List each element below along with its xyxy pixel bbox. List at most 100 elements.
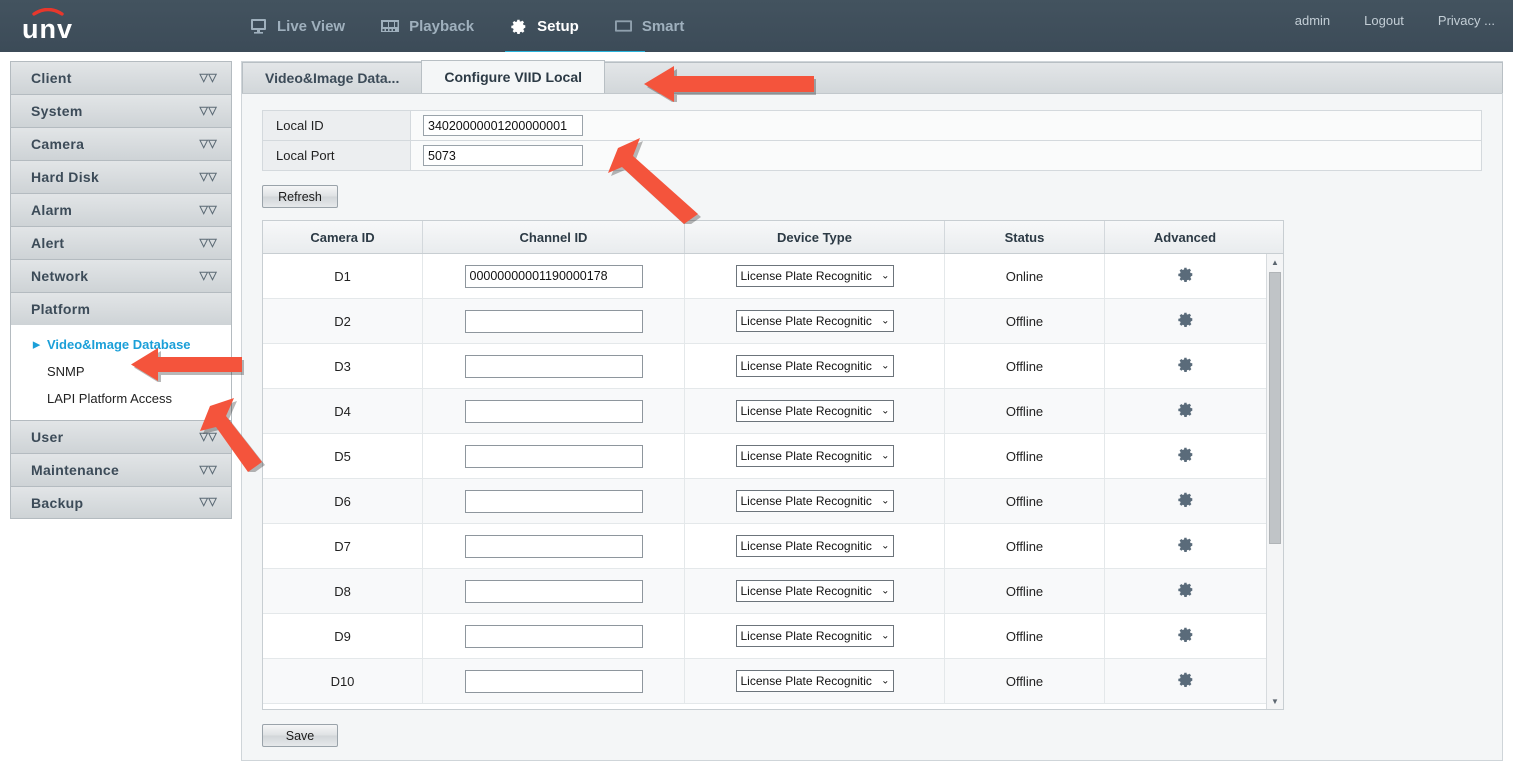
cell-device-type: License Plate Recognitic ⌄ — [685, 614, 945, 658]
column-header-status: Status — [945, 221, 1105, 253]
device-type-select[interactable]: License Plate Recognitic ⌄ — [735, 265, 894, 287]
scroll-up-arrow-icon[interactable]: ▲ — [1267, 254, 1283, 270]
nav-setup[interactable]: Setup — [492, 0, 597, 52]
device-type-select[interactable]: License Plate Recognitic ⌄ — [735, 400, 894, 422]
gear-icon[interactable] — [1177, 536, 1194, 556]
sidebar-item-alert-label: Alert — [31, 235, 65, 251]
gear-icon[interactable] — [1177, 446, 1194, 466]
cell-device-type: License Plate Recognitic ⌄ — [685, 299, 945, 343]
scrollbar-track[interactable] — [1267, 270, 1283, 693]
tab-video-image-database[interactable]: Video&Image Data... — [242, 62, 423, 93]
device-type-selected-value: License Plate Recognitic — [735, 670, 894, 692]
sidebar-item-hard-disk[interactable]: Hard Disk ▽▽ — [10, 160, 232, 193]
gear-icon[interactable] — [1177, 311, 1194, 331]
gear-icon[interactable] — [1177, 671, 1194, 691]
gear-icon[interactable] — [1177, 491, 1194, 511]
sidebar-item-snmp-label: SNMP — [47, 364, 85, 379]
save-button[interactable]: Save — [262, 724, 338, 747]
local-id-field-cell — [411, 115, 583, 136]
device-type-select[interactable]: License Plate Recognitic ⌄ — [735, 445, 894, 467]
main-nav: Live View Playback Setup Smart — [232, 0, 702, 52]
column-header-advanced: Advanced — [1153, 229, 1217, 245]
table-row: D2 License Plate Recognitic ⌄ Offline — [263, 299, 1283, 344]
sidebar-item-maintenance[interactable]: Maintenance ▽▽ — [10, 453, 232, 486]
channel-id-input[interactable] — [464, 669, 643, 693]
column-header-device-type: Device Type — [685, 221, 945, 253]
sidebar-item-system[interactable]: System ▽▽ — [10, 94, 232, 127]
device-type-selected-value: License Plate Recognitic — [735, 355, 894, 377]
channel-id-input[interactable] — [464, 264, 643, 288]
channel-id-input[interactable] — [464, 534, 643, 558]
cell-status: Offline — [945, 344, 1105, 388]
nav-smart[interactable]: Smart — [597, 0, 703, 52]
channel-id-input[interactable] — [464, 579, 643, 603]
local-settings-form: Local ID Local Port — [262, 110, 1482, 171]
sidebar-item-network[interactable]: Network ▽▽ — [10, 259, 232, 292]
scrollbar-thumb[interactable] — [1269, 272, 1281, 544]
chevron-down-icon: ▽▽ — [199, 236, 217, 249]
sidebar-item-user[interactable]: User ▽▽ — [10, 420, 232, 453]
local-id-input[interactable] — [423, 115, 583, 136]
sidebar-item-lapi-platform-access[interactable]: LAPI Platform Access — [11, 385, 231, 412]
cell-status: Offline — [945, 569, 1105, 613]
gear-icon[interactable] — [1177, 356, 1194, 376]
table-vertical-scrollbar[interactable]: ▲ ▼ — [1266, 254, 1283, 709]
tab-configure-viid-local-label: Configure VIID Local — [444, 69, 583, 85]
device-type-select[interactable]: License Plate Recognitic ⌄ — [735, 670, 894, 692]
logout-link[interactable]: Logout — [1364, 13, 1404, 28]
cell-camera-id: D9 — [263, 614, 423, 658]
cell-channel-id — [423, 434, 685, 478]
chevron-down-icon: ▽▽ — [199, 496, 217, 508]
sidebar-item-video-image-database[interactable]: ▶ Video&Image Database — [11, 331, 231, 358]
nav-playback[interactable]: Playback — [363, 0, 492, 52]
sidebar-item-snmp[interactable]: SNMP — [11, 358, 231, 385]
device-type-select[interactable]: License Plate Recognitic ⌄ — [735, 355, 894, 377]
device-type-select[interactable]: License Plate Recognitic ⌄ — [735, 580, 894, 602]
scroll-down-arrow-icon[interactable]: ▼ — [1267, 693, 1283, 709]
sidebar-item-camera[interactable]: Camera ▽▽ — [10, 127, 232, 160]
cell-advanced — [1105, 434, 1265, 478]
cell-device-type: License Plate Recognitic ⌄ — [685, 659, 945, 703]
cell-device-type: License Plate Recognitic ⌄ — [685, 479, 945, 523]
device-type-selected-value: License Plate Recognitic — [735, 580, 894, 602]
local-port-input[interactable] — [423, 145, 583, 166]
cell-advanced — [1105, 254, 1265, 298]
channel-id-input[interactable] — [464, 489, 643, 513]
unv-logo[interactable]: unv — [22, 7, 98, 44]
cell-camera-id: D4 — [263, 389, 423, 433]
refresh-button[interactable]: Refresh — [262, 185, 338, 208]
table-row: D8 License Plate Recognitic ⌄ Offline — [263, 569, 1283, 614]
nav-live-view[interactable]: Live View — [232, 0, 363, 52]
sidebar-item-backup[interactable]: Backup ▽▽ — [10, 486, 232, 519]
chevron-down-icon: ▽▽ — [199, 71, 217, 84]
sidebar-item-camera-label: Camera — [31, 136, 85, 152]
tabstrip-filler — [604, 62, 1503, 93]
sidebar-item-client[interactable]: Client ▽▽ — [10, 61, 232, 94]
gear-icon[interactable] — [1177, 401, 1194, 421]
device-type-select[interactable]: License Plate Recognitic ⌄ — [735, 310, 894, 332]
channel-id-input[interactable] — [464, 444, 643, 468]
sidebar-item-alarm[interactable]: Alarm ▽▽ — [10, 193, 232, 226]
device-type-select[interactable]: License Plate Recognitic ⌄ — [735, 625, 894, 647]
channel-id-input[interactable] — [464, 399, 643, 423]
device-type-select[interactable]: License Plate Recognitic ⌄ — [735, 535, 894, 557]
tab-configure-viid-local[interactable]: Configure VIID Local — [421, 60, 606, 93]
sidebar-item-alert[interactable]: Alert ▽▽ — [10, 226, 232, 259]
cell-channel-id — [423, 569, 685, 613]
gear-icon[interactable] — [1177, 626, 1194, 646]
panel-inner: Local ID Local Port Refresh Camera ID — [242, 94, 1502, 747]
channel-id-input[interactable] — [464, 624, 643, 648]
sidebar-item-video-image-database-label: Video&Image Database — [47, 337, 191, 352]
gear-icon[interactable] — [1177, 266, 1194, 286]
channel-id-input[interactable] — [464, 309, 643, 333]
cell-channel-id — [423, 254, 685, 298]
privacy-link[interactable]: Privacy ... — [1438, 13, 1495, 28]
chevron-down-icon: ▽▽ — [199, 137, 217, 150]
channel-id-input[interactable] — [464, 354, 643, 378]
sidebar-item-platform[interactable]: Platform — [10, 292, 232, 325]
cell-device-type: License Plate Recognitic ⌄ — [685, 254, 945, 298]
page-body: Client ▽▽ System ▽▽ Camera ▽▽ Hard Disk … — [0, 52, 1513, 769]
gear-icon[interactable] — [1177, 581, 1194, 601]
cell-status: Offline — [945, 299, 1105, 343]
device-type-select[interactable]: License Plate Recognitic ⌄ — [735, 490, 894, 512]
